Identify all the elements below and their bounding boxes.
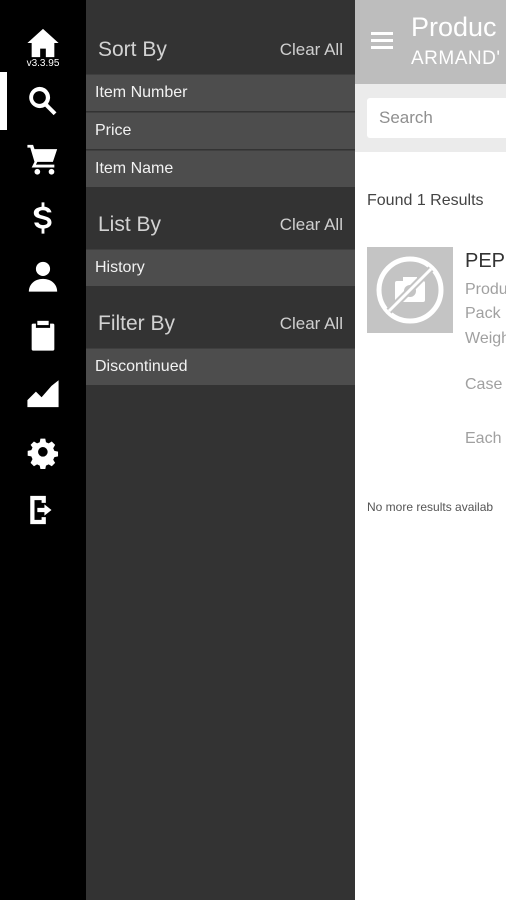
sort-option-item-number[interactable]: Item Number	[86, 74, 355, 111]
filter-by-title: Filter By	[98, 312, 176, 335]
chart-icon	[27, 380, 59, 408]
search-nav-button[interactable]	[0, 72, 86, 130]
nav-rail: v3.3.95	[0, 0, 86, 900]
each-label: Each	[465, 430, 502, 447]
filter-clear-all-button[interactable]: Clear All	[280, 314, 343, 334]
app-version: v3.3.95	[26, 58, 60, 69]
orders-nav-button[interactable]	[0, 306, 86, 364]
case-label: Case	[465, 376, 503, 393]
no-more-results: No more results availab	[367, 500, 494, 514]
filter-option-discontinued[interactable]: Discontinued	[86, 348, 355, 385]
list-clear-all-button[interactable]: Clear All	[280, 215, 343, 235]
list-by-header: List By Clear All	[86, 206, 355, 244]
home-icon	[27, 28, 59, 58]
product-name[interactable]: PEP	[465, 250, 505, 273]
dollar-icon	[33, 202, 52, 234]
pricing-nav-button[interactable]	[0, 189, 86, 247]
reports-nav-button[interactable]	[0, 364, 86, 422]
list-option-history[interactable]: History	[86, 249, 355, 286]
filter-by-header: Filter By Clear All	[86, 305, 355, 343]
no-image-icon	[376, 256, 444, 324]
page-subtitle: ARMAND'	[411, 48, 501, 69]
list-by-title: List By	[98, 213, 162, 236]
sort-by-header: Sort By Clear All	[86, 31, 355, 69]
logout-nav-button[interactable]	[0, 481, 86, 539]
clipboard-icon	[31, 320, 55, 351]
main-content: Produc ARMAND' Found 1 Results PEP Produ…	[355, 0, 506, 900]
search-input[interactable]	[367, 98, 506, 138]
search-icon	[29, 86, 57, 116]
sort-clear-all-button[interactable]: Clear All	[280, 40, 343, 60]
cart-nav-button[interactable]	[0, 130, 86, 188]
account-nav-button[interactable]	[0, 247, 86, 305]
search-bar	[355, 84, 506, 152]
results-count: Found 1 Results	[367, 192, 484, 209]
header-bar: Produc ARMAND'	[355, 0, 506, 84]
user-icon	[28, 261, 58, 292]
hamburger-menu-icon[interactable]	[371, 32, 393, 49]
cart-icon	[27, 144, 58, 175]
page-title: Produc	[411, 12, 497, 42]
gear-icon	[27, 438, 59, 469]
product-pack-line: Pack	[465, 305, 501, 322]
product-thumbnail[interactable]	[367, 247, 453, 333]
settings-nav-button[interactable]	[0, 423, 86, 481]
sort-option-price[interactable]: Price	[86, 112, 355, 149]
sort-by-title: Sort By	[98, 38, 167, 61]
product-detail-line: Produ	[465, 281, 506, 298]
filter-panel: Sort By Clear All Item Number Price Item…	[86, 0, 355, 900]
product-weight-line: Weigh	[465, 330, 506, 347]
logout-icon	[30, 495, 52, 525]
sort-option-item-name[interactable]: Item Name	[86, 150, 355, 187]
